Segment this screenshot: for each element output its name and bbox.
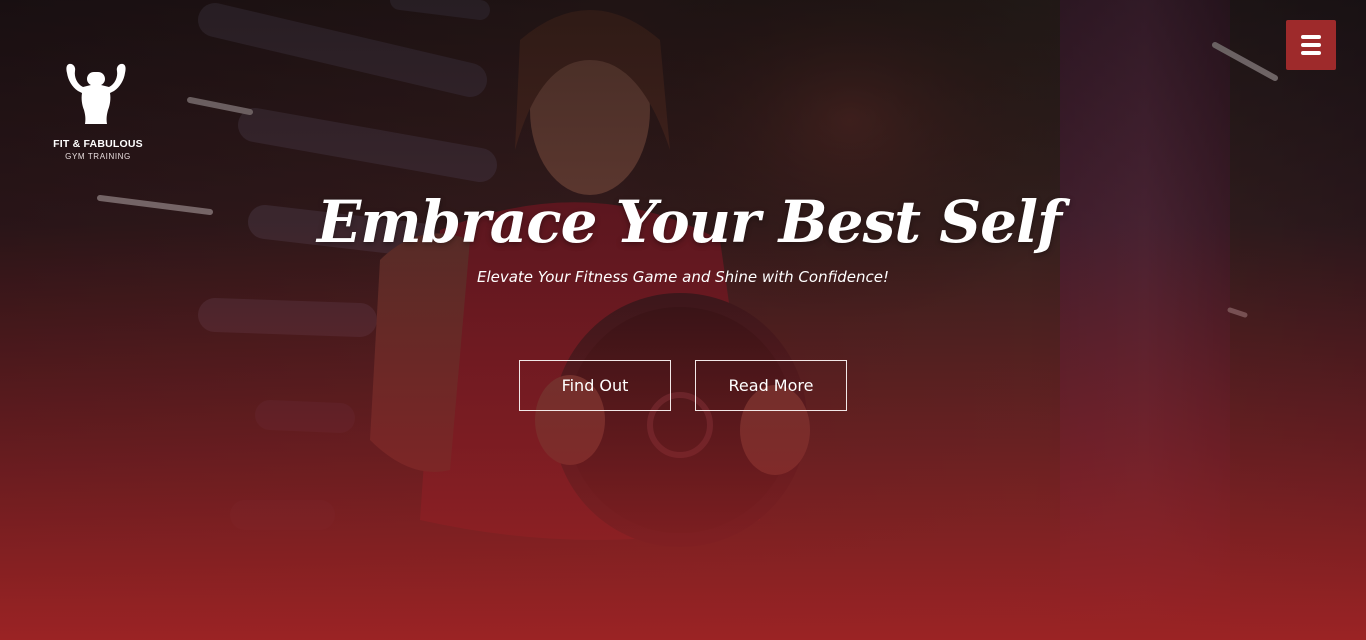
brand-name: FIT & FABULOUS [53, 138, 143, 150]
hamburger-menu-icon [1301, 35, 1321, 39]
hamburger-menu-icon-bar [1301, 51, 1321, 55]
hamburger-menu-icon-bar [1301, 43, 1321, 47]
hero-section: FIT & FABULOUS GYM TRAINING Embrace Your… [0, 0, 1366, 640]
menu-button[interactable] [1286, 20, 1336, 70]
gradient-overlay [0, 0, 1366, 640]
hero-subheadline: Elevate Your Fitness Game and Shine with… [476, 268, 890, 286]
hero-headline: Embrace Your Best Self [317, 188, 1062, 256]
brand-logo[interactable]: FIT & FABULOUS GYM TRAINING [52, 58, 144, 161]
read-more-button[interactable]: Read More [695, 360, 847, 411]
bodybuilder-flex-icon [66, 63, 126, 124]
brand-tagline: GYM TRAINING [65, 152, 131, 161]
find-out-button[interactable]: Find Out [519, 360, 671, 411]
